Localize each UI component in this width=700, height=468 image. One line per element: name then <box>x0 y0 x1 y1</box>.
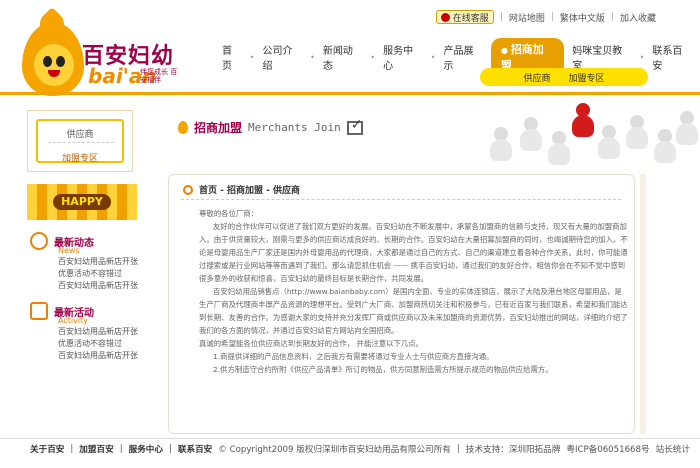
latest-news-subtitle: News <box>58 246 80 255</box>
nav-about[interactable]: 公司介绍 <box>255 42 311 72</box>
add-favorite-link[interactable]: 加入收藏 <box>620 11 656 24</box>
article-paragraph: 友好的合作伙伴可以促进了我们双方更好的发展。百安妇幼在不断发展中，承蒙各加盟商的… <box>199 222 628 283</box>
circle-bullet-icon <box>183 184 193 195</box>
news-item[interactable]: 百安妇幼用品新店开张 <box>58 280 170 292</box>
footer: 关于百安 | 加盟百安 | 服务中心 | 联系百安 © Copyright2009 版… <box>30 443 690 455</box>
footer-stats[interactable]: 站长统计 <box>656 443 690 455</box>
activity-item[interactable]: 百安妇幼用品新店开张 <box>58 350 170 362</box>
happy-banner-text: HAPPY <box>53 194 111 210</box>
sidebar-item-franchise[interactable]: 加盟专区 <box>38 151 122 164</box>
latest-activity-block: 最新活动 Activity 百安妇幼用品新店开张 优惠活动不容错过 百安妇幼用品… <box>30 302 170 362</box>
sub-nav: 供应商 加盟专区 <box>480 68 648 86</box>
section-banner: 招商加盟 Merchants Join <box>168 95 700 175</box>
article-greeting: 尊敬的各位厂商： <box>199 209 259 218</box>
people-illustration <box>468 97 700 175</box>
news-item[interactable]: 百安妇幼用品新店开张 <box>58 256 170 268</box>
online-service-label: 在线客服 <box>452 13 489 24</box>
logo-mascot-icon <box>22 22 84 96</box>
qq-icon <box>440 12 450 22</box>
nav-home[interactable]: 首页 <box>214 42 250 72</box>
page: 百安妇幼 bai'an 伴您成长 百安相伴 在线客服 | 网站地图 | 繁体中文… <box>0 0 700 468</box>
article-paragraph: 百安妇幼用品销售点（http://www.baianbaby.com）是国内全面… <box>199 287 628 335</box>
online-service-button[interactable]: 在线客服 <box>435 10 494 24</box>
checkbox-icon <box>346 117 363 135</box>
banner-title-en: Merchants Join <box>248 121 341 134</box>
nav-news[interactable]: 新闻动态 <box>315 42 371 72</box>
banner-title-cn: 招商加盟 <box>194 121 243 135</box>
subnav-franchise-zone[interactable]: 加盟专区 <box>569 71 605 84</box>
activity-item[interactable]: 百安妇幼用品新店开张 <box>58 326 170 338</box>
logo[interactable]: 百安妇幼 bai'an 伴您成长 百安相伴 <box>22 18 202 98</box>
latest-news-block: 最新动态 News 百安妇幼用品新店开张 优惠活动不容错过 百安妇幼用品新店开张 <box>30 232 170 292</box>
nav-contact[interactable]: 联系百安 <box>644 42 700 72</box>
breadcrumb: 首页 - 招商加盟 - 供应商 <box>183 183 300 196</box>
sidebar-menu: 供应商 加盟专区 <box>27 110 133 172</box>
activity-item[interactable]: 优惠活动不容错过 <box>58 338 170 350</box>
main-content: 首页 - 招商加盟 - 供应商 尊敬的各位厂商： 友好的合作伙伴可以促进了我们双… <box>168 174 635 434</box>
footer-link-contact[interactable]: 联系百安 <box>178 443 212 455</box>
article-body: 尊敬的各位厂商： 友好的合作伙伴可以促进了我们双方更好的发展。百安妇幼在不断发展… <box>199 207 629 376</box>
top-utility-bar: 在线客服 | 网站地图 | 繁体中文版 | 加入收藏 <box>435 10 656 24</box>
traditional-chinese-link[interactable]: 繁体中文版 <box>560 11 605 24</box>
nav-products[interactable]: 产品展示 <box>435 42 491 72</box>
drop-icon <box>178 121 188 134</box>
logo-slogan: 伴您成长 百安相伴 <box>140 68 178 84</box>
sitemap-link[interactable]: 网站地图 <box>509 11 545 24</box>
nav-service[interactable]: 服务中心 <box>375 42 431 72</box>
document-icon <box>30 302 48 320</box>
article-list-item: 2.供方制造守合约所附《供应产品清单》所订的物品，供方同意制造需方所提示规范的物… <box>213 365 553 374</box>
article-paragraph: 真诚的希望能各位供应商达到长期友好的合作， 并能注意以下几点。 <box>199 339 424 348</box>
latest-activity-subtitle: Activity <box>58 316 88 325</box>
footer-tech-support: 技术支持：深圳阳拓品牌 <box>465 445 561 455</box>
main-nav: 首页• 公司介绍• 新闻动态• 服务中心• 产品展示 招商加盟 妈咪宝贝教室• … <box>214 38 700 76</box>
footer-link-service[interactable]: 服务中心 <box>129 443 163 455</box>
article-list-item: 1.商提供详细的产品信息资料，之后我方有需要将通过专业人士与供应商方直接沟通。 <box>213 352 494 361</box>
breadcrumb-text: 首页 - 招商加盟 - 供应商 <box>199 186 301 196</box>
happy-banner[interactable]: HAPPY <box>27 184 137 220</box>
footer-icp[interactable]: 粤ICP备06051668号 <box>566 443 649 455</box>
sidebar-item-supplier[interactable]: 供应商 <box>38 127 122 140</box>
subnav-supplier[interactable]: 供应商 <box>523 71 550 84</box>
footer-link-about[interactable]: 关于百安 <box>30 443 64 455</box>
news-item[interactable]: 优惠活动不容错过 <box>58 268 170 280</box>
headset-icon <box>30 232 48 250</box>
footer-copyright: © Copyright2009 版权归深圳市百安妇幼用品有限公司所有 <box>218 445 451 455</box>
footer-link-franchise[interactable]: 加盟百安 <box>79 443 113 455</box>
